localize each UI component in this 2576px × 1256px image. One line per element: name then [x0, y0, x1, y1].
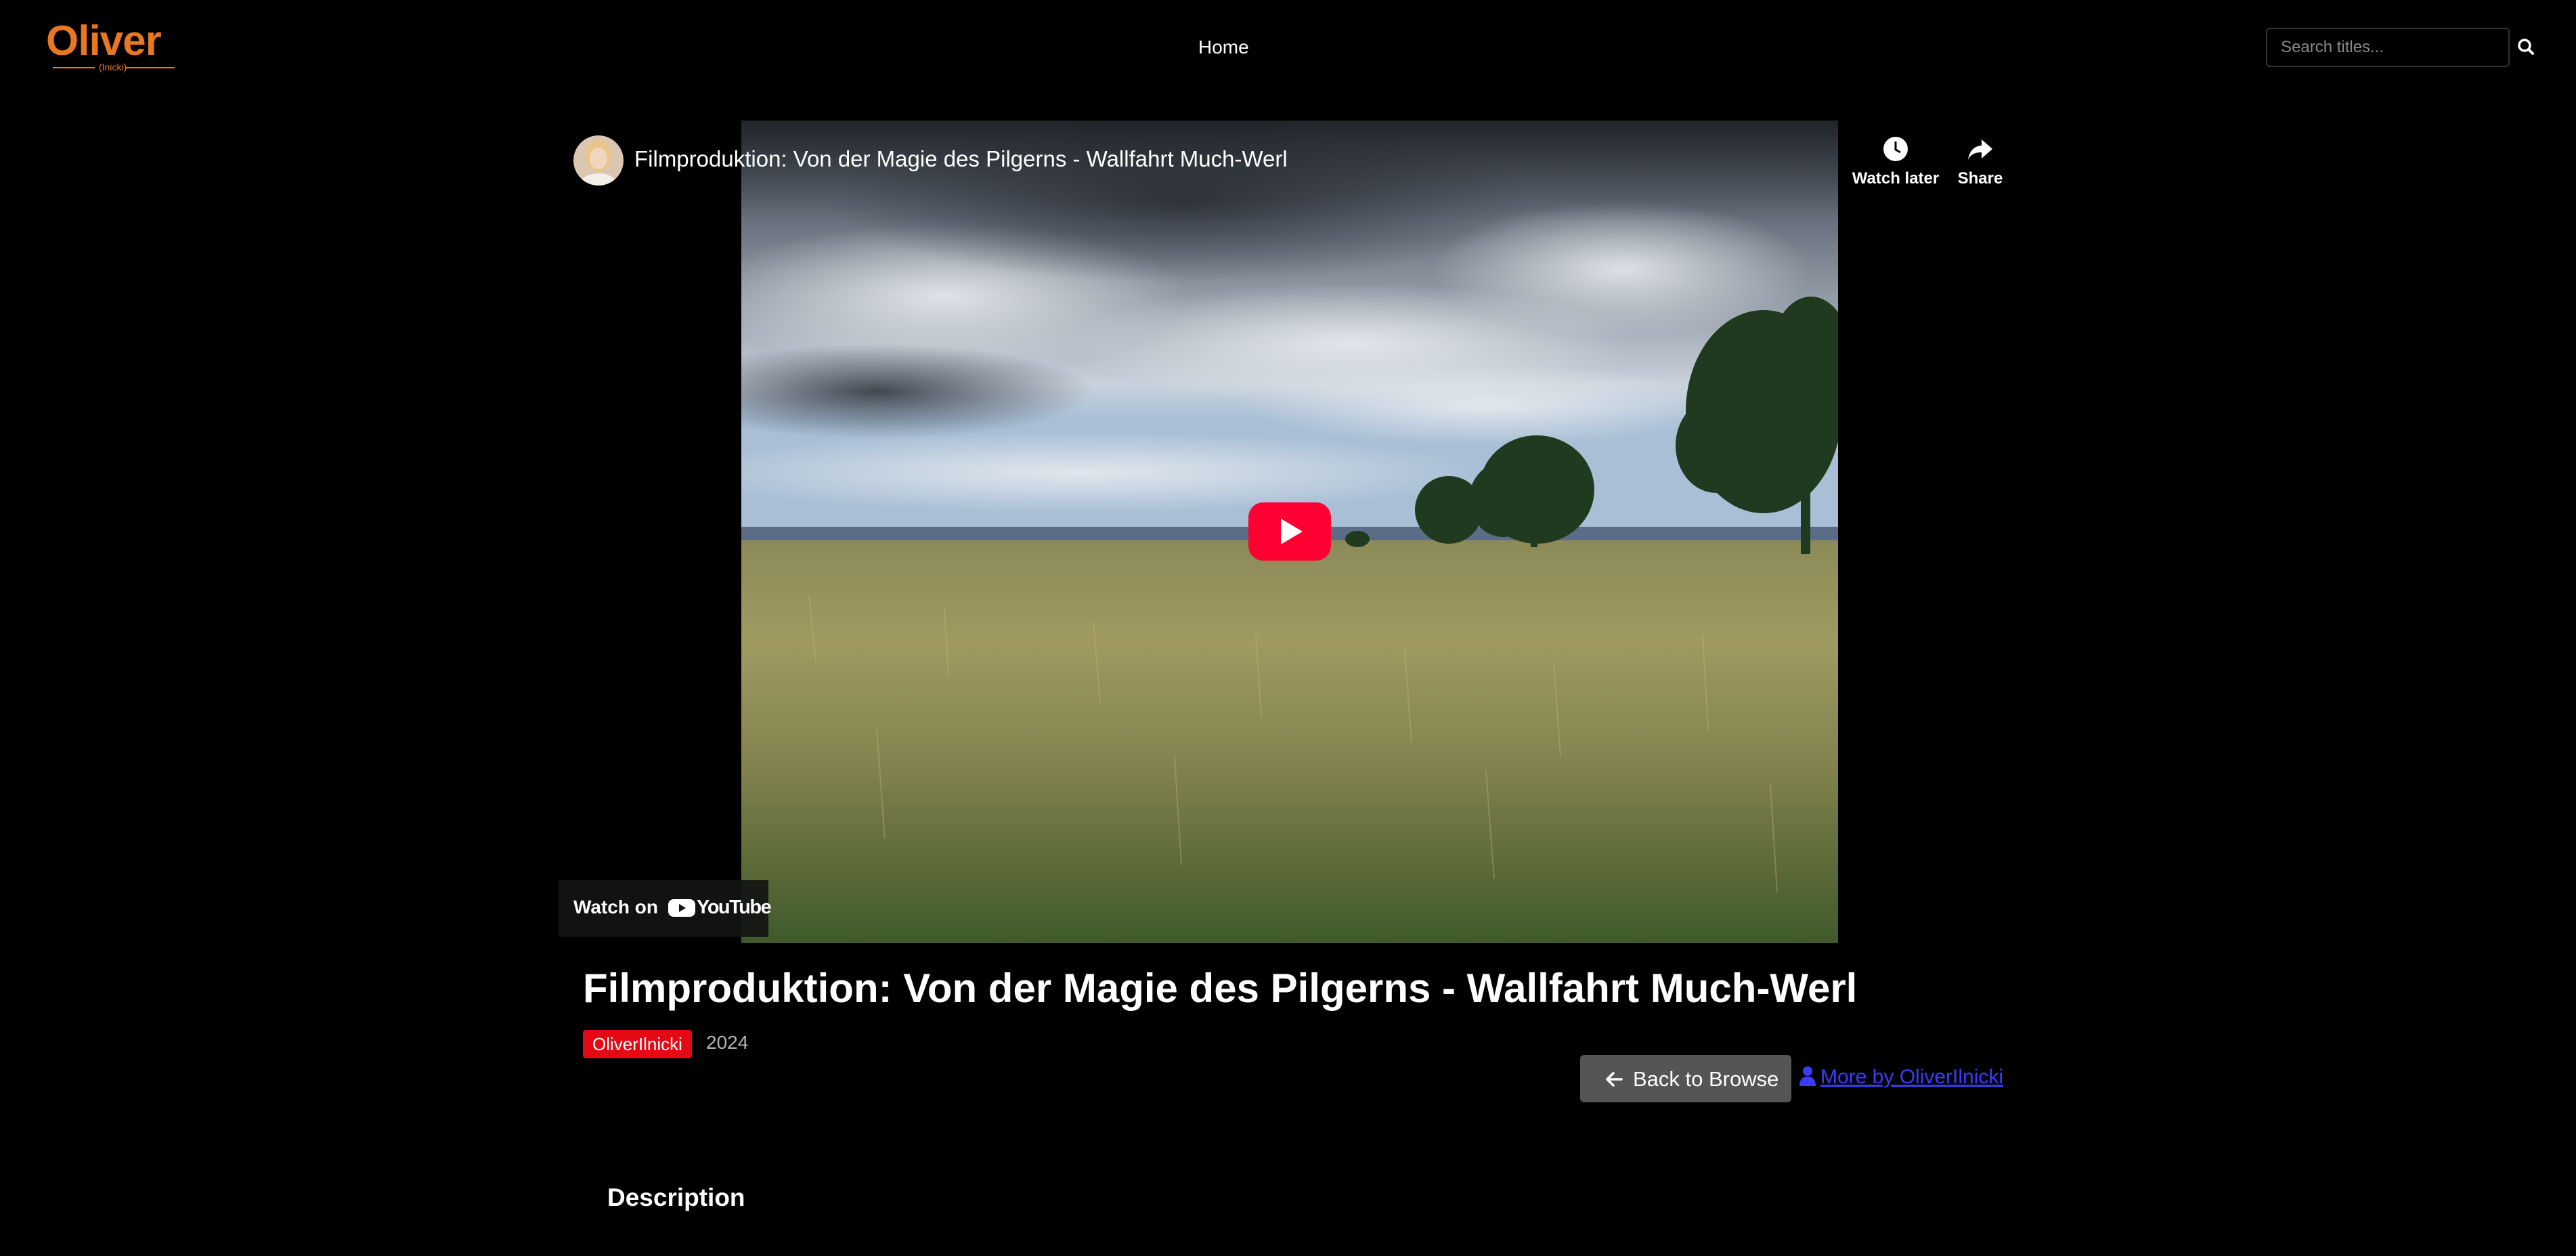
play-button[interactable]	[1248, 502, 1331, 561]
logo-underline-left	[53, 67, 95, 68]
video-player[interactable]: Filmproduktion: Von der Magie des Pilger…	[559, 121, 2003, 943]
video-thumbnail[interactable]	[741, 121, 1838, 943]
clock-icon	[1883, 137, 1908, 161]
back-to-browse-button[interactable]: Back to Browse	[1580, 1055, 1791, 1102]
youtube-wordmark: YouTube	[697, 896, 772, 918]
arrow-left-icon	[1606, 1072, 1623, 1087]
search-button[interactable]	[2513, 34, 2540, 61]
avatar-image	[573, 135, 624, 186]
nav-home-link[interactable]: Home	[1198, 37, 1249, 58]
logo-subtext: (Inicki)	[99, 62, 127, 72]
watch-later-label: Watch later	[1852, 169, 1940, 188]
logo-wordmark: Oliver	[46, 18, 162, 64]
share-button[interactable]: Share	[1933, 134, 2028, 188]
watch-on-youtube-button[interactable]: Watch on YouTube	[559, 880, 772, 937]
more-by-author-label: More by OliverIlnicki	[1820, 1066, 2004, 1088]
share-label: Share	[1957, 169, 2003, 188]
video-title-link[interactable]: Filmproduktion: Von der Magie des Pilger…	[634, 146, 1288, 172]
search-box	[2266, 28, 2510, 67]
logo-underline-right	[126, 67, 175, 68]
release-year: 2024	[706, 1032, 749, 1053]
page-title: Filmproduktion: Von der Magie des Pilger…	[583, 966, 1858, 1011]
play-icon	[1248, 502, 1331, 561]
description-heading: Description	[607, 1184, 745, 1211]
top-navigation-bar: Oliver (Inicki) Home	[0, 0, 2576, 98]
watch-on-label: Watch on	[573, 896, 658, 917]
search-input[interactable]	[2267, 29, 2508, 66]
channel-avatar[interactable]	[573, 135, 624, 186]
author-badge[interactable]: OliverIlnicki	[583, 1030, 692, 1058]
user-icon	[1799, 1066, 1816, 1086]
search-icon	[2518, 39, 2534, 55]
site-logo[interactable]: Oliver (Inicki)	[46, 20, 181, 74]
youtube-logo-icon	[668, 899, 695, 917]
more-by-author-link[interactable]: More by OliverIlnicki	[1799, 1066, 2003, 1089]
back-to-browse-label: Back to Browse	[1633, 1067, 1779, 1091]
share-arrow-icon	[1968, 139, 1992, 160]
